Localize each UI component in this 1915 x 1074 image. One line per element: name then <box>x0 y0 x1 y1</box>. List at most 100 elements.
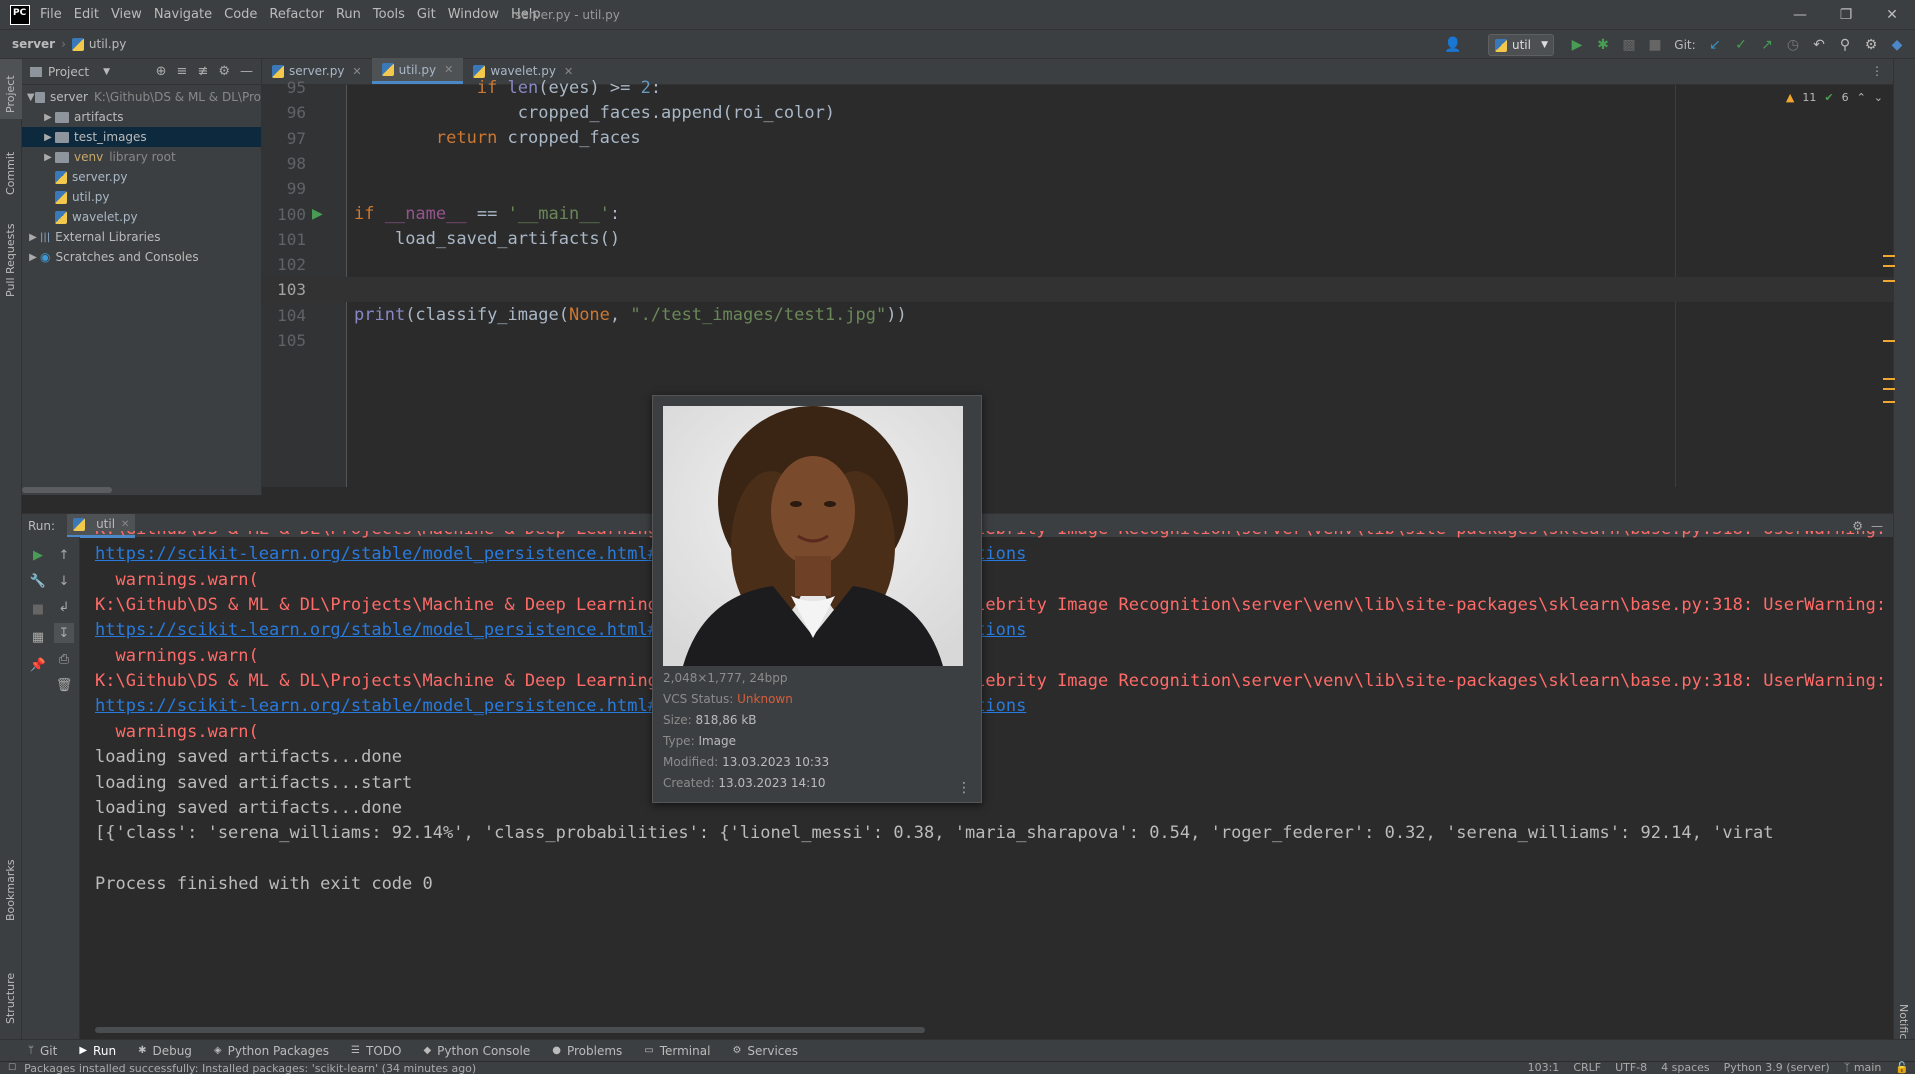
tree-item-test-images[interactable]: ▶ test_images <box>22 127 261 147</box>
tool-tab-debug[interactable]: ✱ Debug <box>138 1044 192 1058</box>
tool-tab-run[interactable]: ▶ Run <box>79 1044 116 1058</box>
menu-item-window[interactable]: Window <box>448 7 499 22</box>
tool-tab-git[interactable]: ᛘ Git <box>28 1044 57 1058</box>
warning-marker[interactable] <box>1883 340 1895 342</box>
minimize-icon[interactable]: — <box>1777 0 1823 29</box>
editor-error-stripe[interactable] <box>1883 85 1895 487</box>
code-editor[interactable]: ▲ 11 ✔ 6 ⌃ ⌄ 95 if len(eyes) >= 2: 96 cro… <box>262 78 1893 487</box>
close-icon[interactable]: ✕ <box>1869 0 1915 29</box>
warning-marker[interactable] <box>1883 378 1895 380</box>
project-hscrollbar[interactable] <box>22 487 112 493</box>
arrow-down-icon[interactable]: ↓ <box>54 571 74 591</box>
print-icon[interactable]: ⎙ <box>54 649 74 669</box>
chevron-down-icon[interactable]: ▼ <box>103 67 110 77</box>
expand-all-icon[interactable]: ≡ <box>177 64 188 79</box>
tool-tab-problems[interactable]: ● Problems <box>552 1044 622 1058</box>
line-separator[interactable]: CRLF <box>1573 1061 1601 1074</box>
menu-item-file[interactable]: File <box>40 7 62 22</box>
tool-structure[interactable]: Structure <box>4 973 17 1024</box>
menu-item-tools[interactable]: Tools <box>373 7 405 22</box>
pin-icon[interactable]: 📌 <box>28 655 48 675</box>
tree-item-artifacts[interactable]: ▶ artifacts <box>22 107 261 127</box>
git-update-icon[interactable]: ↙ <box>1702 34 1728 56</box>
chevron-right-icon[interactable]: ▶ <box>41 152 55 163</box>
tool-commit[interactable]: Commit <box>4 152 17 195</box>
tree-item-scratches-and-consoles[interactable]: ▶ ◉ Scratches and Consoles <box>22 247 261 267</box>
git-branch[interactable]: ᛉ main <box>1844 1061 1882 1074</box>
tree-item-server-py[interactable]: server.py <box>22 167 261 187</box>
menu-item-code[interactable]: Code <box>224 7 257 22</box>
chevron-right-icon[interactable]: ▶ <box>26 232 40 243</box>
tool-project[interactable]: Project <box>4 75 17 113</box>
tool-tab-python-packages[interactable]: ◈ Python Packages <box>214 1044 329 1058</box>
user-icon[interactable]: 👤 <box>1440 34 1466 56</box>
gear-icon[interactable]: ⚙ <box>1858 34 1884 56</box>
gear-icon[interactable]: ⚙ <box>218 64 230 79</box>
menu-item-refactor[interactable]: Refactor <box>269 7 324 22</box>
tree-item-server[interactable]: ▼ server K:\Github\DS & ML & DL\Pro <box>22 87 261 107</box>
run-config-selector[interactable]: util ▼ <box>1488 34 1554 56</box>
warning-marker[interactable] <box>1883 388 1895 390</box>
layout-icon[interactable]: ▦ <box>28 627 48 647</box>
tool-pull-requests[interactable]: Pull Requests <box>4 224 17 297</box>
warning-marker[interactable] <box>1883 280 1895 282</box>
tree-item-wavelet-py[interactable]: wavelet.py <box>22 207 261 227</box>
chevron-right-icon[interactable]: ▶ <box>41 112 55 123</box>
restore-icon[interactable]: ❐ <box>1823 0 1869 29</box>
breadcrumb-root[interactable]: server <box>12 37 55 51</box>
menu-item-run[interactable]: Run <box>336 7 361 22</box>
python-interpreter[interactable]: Python 3.9 (server) <box>1724 1061 1830 1074</box>
chevron-down-icon[interactable]: ▼ <box>26 92 35 103</box>
file-encoding[interactable]: UTF-8 <box>1615 1061 1647 1074</box>
tool-tab-services[interactable]: ⚙ Services <box>732 1044 798 1058</box>
scroll-to-end-icon[interactable]: ↧ <box>54 623 74 643</box>
status-square-icon[interactable]: ☐ <box>8 1063 16 1073</box>
arrow-up-icon[interactable]: ↑ <box>54 545 74 565</box>
locate-icon[interactable]: ⊕ <box>156 64 167 79</box>
collapse-all-icon[interactable]: ≢ <box>197 64 208 79</box>
rollback-icon[interactable]: ↶ <box>1806 34 1832 56</box>
tree-item-util-py[interactable]: util.py <box>22 187 261 207</box>
git-push-icon[interactable]: ↗ <box>1754 34 1780 56</box>
tool-tab-python-console[interactable]: ◆ Python Console <box>423 1044 530 1058</box>
tool-tab-todo[interactable]: ☰ TODO <box>351 1044 401 1058</box>
run-gutter-icon[interactable]: ▶ <box>312 206 323 222</box>
tool-bookmarks[interactable]: Bookmarks <box>4 860 17 921</box>
tool-tab-terminal[interactable]: ▭ Terminal <box>644 1044 710 1058</box>
jetbrains-icon[interactable]: ◆ <box>1884 34 1910 56</box>
chevron-right-icon[interactable]: ▶ <box>26 252 40 263</box>
close-icon[interactable]: ✕ <box>121 519 129 530</box>
wrench-icon[interactable]: 🔧 <box>28 571 48 591</box>
menu-item-edit[interactable]: Edit <box>74 7 99 22</box>
caret-position[interactable]: 103:1 <box>1528 1061 1560 1074</box>
git-commit-icon[interactable]: ✓ <box>1728 34 1754 56</box>
console-hscrollbar[interactable] <box>95 1027 925 1033</box>
coverage-icon[interactable]: ▩ <box>1616 34 1642 56</box>
warning-marker[interactable] <box>1883 401 1895 403</box>
chevron-right-icon[interactable]: ▶ <box>41 132 55 143</box>
debug-icon[interactable]: ✱ <box>1590 34 1616 56</box>
warning-marker[interactable] <box>1883 255 1895 257</box>
status-message[interactable]: Packages installed successfully: Install… <box>24 1062 476 1074</box>
lock-icon[interactable]: 🔓 <box>1895 1061 1909 1074</box>
project-panel-title[interactable]: Project <box>48 65 89 79</box>
trash-icon[interactable]: 🗑 <box>54 675 74 695</box>
search-icon[interactable]: ⚲ <box>1832 34 1858 56</box>
tree-item-external-libraries[interactable]: ▶ ||| External Libraries <box>22 227 261 247</box>
soft-wrap-icon[interactable]: ↲ <box>54 597 74 617</box>
run-icon[interactable]: ▶ <box>1564 34 1590 56</box>
stop-icon[interactable]: ■ <box>1642 34 1668 56</box>
more-icon[interactable]: ⋮ <box>957 780 971 796</box>
history-icon[interactable]: ◷ <box>1780 34 1806 56</box>
hide-icon[interactable]: — <box>240 64 253 79</box>
warning-marker[interactable] <box>1883 265 1895 267</box>
run-console[interactable]: K:\Github\DS & ML & DL\Projects\Machine … <box>95 531 1895 1031</box>
tree-item-venv[interactable]: ▶ venv library root <box>22 147 261 167</box>
stop-icon[interactable]: ■ <box>28 599 48 619</box>
breadcrumb-file[interactable]: util.py <box>89 37 127 51</box>
rerun-icon[interactable]: ▶ <box>28 545 48 565</box>
menu-item-view[interactable]: View <box>111 7 142 22</box>
indent-setting[interactable]: 4 spaces <box>1661 1061 1710 1074</box>
menu-item-git[interactable]: Git <box>417 7 436 22</box>
menu-item-navigate[interactable]: Navigate <box>154 7 212 22</box>
